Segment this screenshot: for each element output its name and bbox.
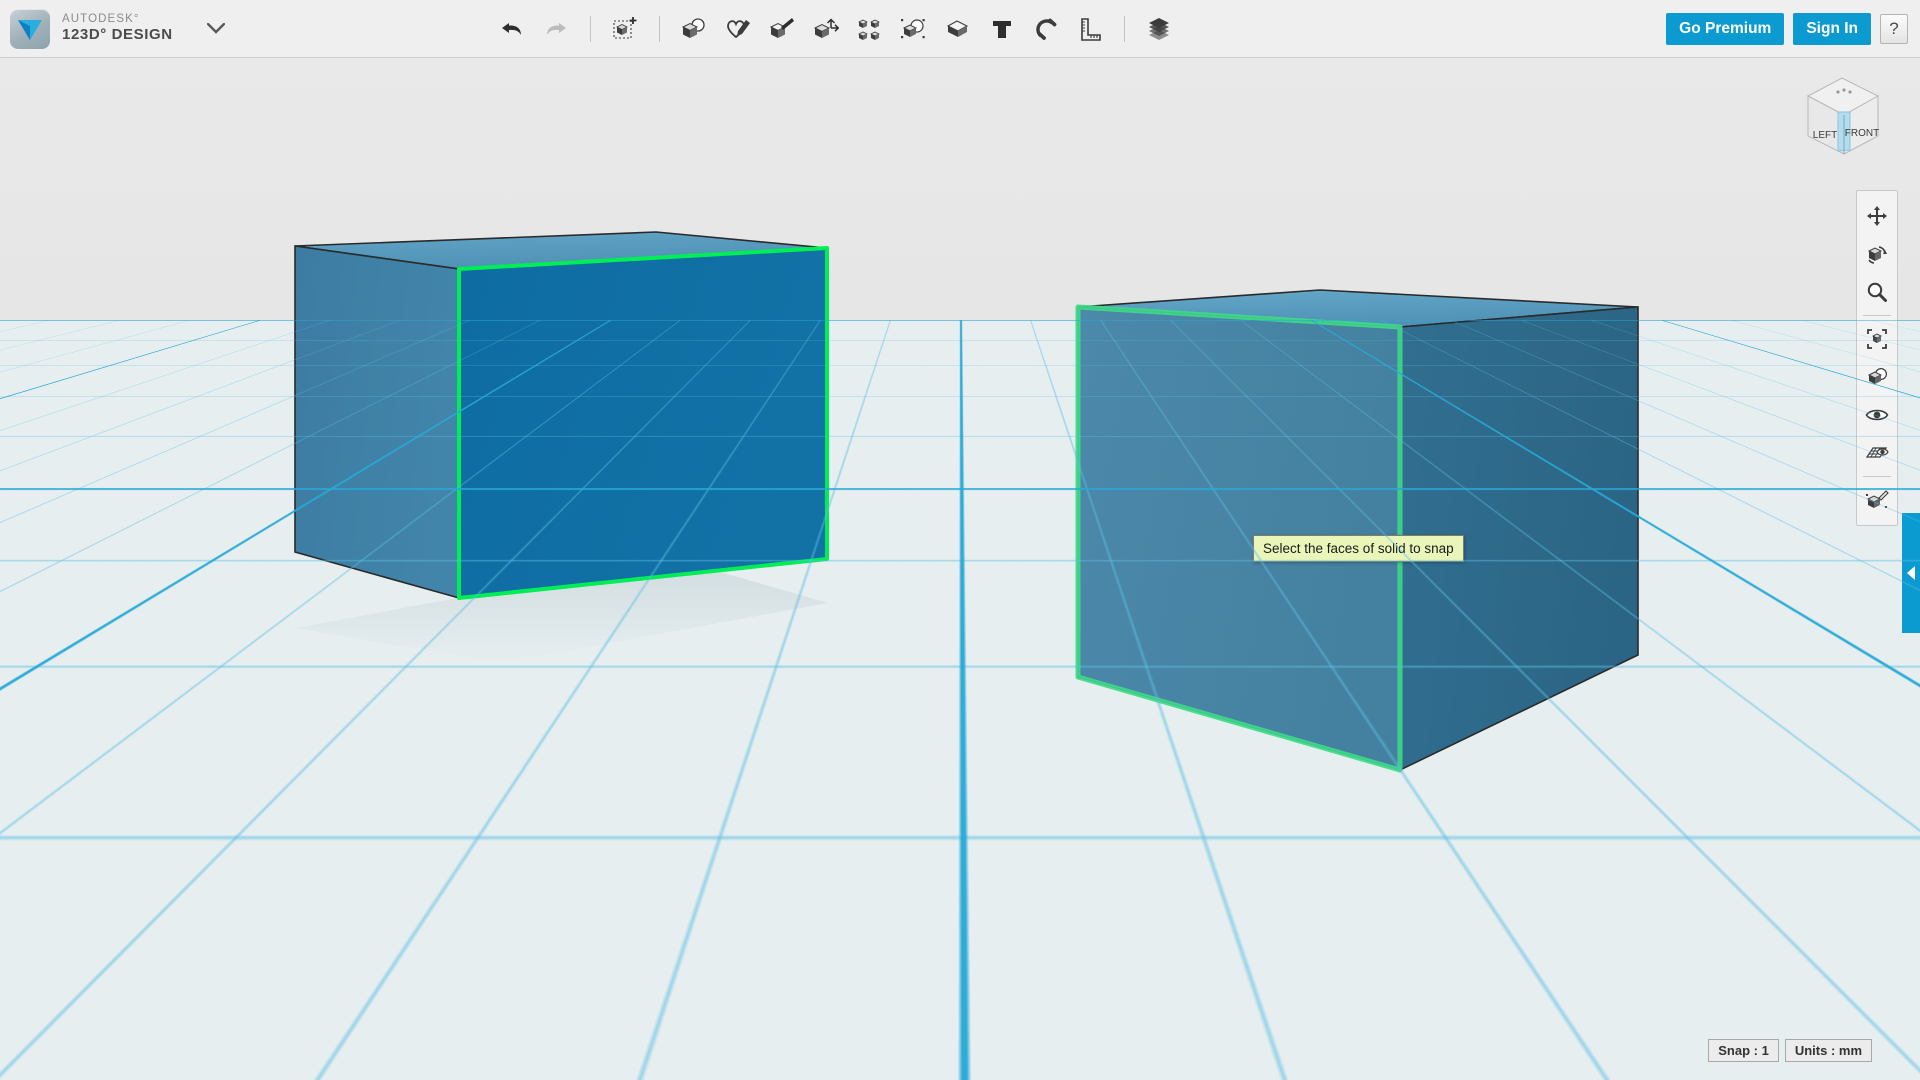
- toolbar-divider: [590, 16, 591, 42]
- app-menu-button[interactable]: [205, 18, 227, 40]
- go-premium-button[interactable]: Go Premium: [1666, 13, 1785, 45]
- material-button[interactable]: [1142, 12, 1176, 46]
- redo-arrow-icon: [547, 23, 566, 35]
- orbit-tool[interactable]: [1860, 237, 1894, 271]
- right-panel-handle[interactable]: [1902, 513, 1920, 633]
- material-layers-icon: [1149, 18, 1169, 40]
- snap-tooltip: Select the faces of solid to snap: [1253, 535, 1464, 562]
- measure-button[interactable]: [1073, 12, 1107, 46]
- orbit-cube-rotate-icon: [1867, 246, 1887, 264]
- view-cube-label-left: LEFT: [1813, 130, 1837, 141]
- units-status[interactable]: Units : mm: [1784, 1039, 1872, 1062]
- object-visibility-cube-icon: [1867, 367, 1887, 384]
- toolbar-center-group: [490, 0, 1181, 58]
- undo-button[interactable]: [495, 12, 529, 46]
- help-button[interactable]: ?: [1880, 14, 1908, 44]
- text-button[interactable]: [985, 12, 1019, 46]
- pan-tool[interactable]: [1860, 199, 1894, 233]
- toolbar-divider: [659, 16, 660, 42]
- autodesk-logo-icon: [18, 19, 42, 40]
- view-cube-dot: [1842, 88, 1846, 92]
- navigation-toolbar: [1856, 190, 1898, 526]
- transform-button[interactable]: [608, 12, 642, 46]
- cube-left-face-left[interactable]: [294, 245, 460, 600]
- view-cube-label-front: FRONT: [1845, 128, 1879, 139]
- account-area: Go Premium Sign In ?: [1666, 0, 1908, 58]
- autodesk-123d-logo: [10, 8, 50, 49]
- transform-move-cube-icon: [613, 17, 637, 39]
- construct-extrude-icon: [769, 18, 794, 38]
- fit-to-view-brackets-icon: [1867, 329, 1887, 349]
- snap-button[interactable]: [1029, 12, 1063, 46]
- brand-product: 123D° DESIGN: [62, 26, 173, 44]
- undo-arrow-icon: [502, 23, 521, 35]
- top-toolbar: AUTODESK° 123D° DESIGN Go Premium Sign I…: [0, 0, 1920, 58]
- cube-left[interactable]: [294, 231, 829, 663]
- toolbar-divider: [1124, 16, 1125, 42]
- navbar-divider: [1863, 315, 1891, 316]
- cube-left-face-front[interactable]: [458, 247, 828, 599]
- brand-text: AUTODESK° 123D° DESIGN: [62, 13, 173, 43]
- chevron-left-icon: [1906, 566, 1915, 580]
- grid-snap-tool[interactable]: [1860, 436, 1894, 470]
- text-t-icon: [993, 21, 1011, 38]
- measure-ruler-icon: [1081, 18, 1101, 41]
- group-button[interactable]: [941, 12, 975, 46]
- construct-button[interactable]: [765, 12, 799, 46]
- 3d-viewport[interactable]: Select the faces of solid to snap: [0, 58, 1920, 1080]
- pattern-grid-cubes-icon: [858, 19, 880, 40]
- redo-button[interactable]: [539, 12, 573, 46]
- zoom-tool[interactable]: [1860, 275, 1894, 309]
- zoom-magnifier-icon: [1867, 282, 1887, 302]
- tooltip-text: Select the faces of solid to snap: [1263, 541, 1454, 556]
- brand-area[interactable]: AUTODESK° 123D° DESIGN: [0, 8, 227, 49]
- combine-button[interactable]: [897, 12, 931, 46]
- view-cube-dot: [1836, 90, 1840, 94]
- pan-four-arrows-icon: [1867, 206, 1887, 226]
- sketch-button[interactable]: [721, 12, 755, 46]
- material-brush-cube-icon: [1866, 490, 1889, 508]
- pattern-button[interactable]: [853, 12, 887, 46]
- application-window: Select the faces of solid to snap LEFT F…: [0, 0, 1920, 1080]
- modify-button[interactable]: [809, 12, 843, 46]
- grid-eye-icon: [1865, 447, 1889, 458]
- navbar-divider: [1863, 476, 1891, 477]
- modify-axis-cube-icon: [813, 18, 839, 38]
- view-cube-dot: [1848, 90, 1852, 94]
- material-tool[interactable]: [1860, 483, 1894, 517]
- cube-right[interactable]: [1075, 289, 1640, 773]
- sketch-pencil-icon: [727, 20, 750, 39]
- primitives-button[interactable]: [677, 12, 711, 46]
- scene-solids: [294, 231, 1640, 773]
- object-view-tool[interactable]: [1860, 360, 1894, 394]
- sign-in-button[interactable]: Sign In: [1793, 13, 1871, 45]
- show-hide-tool[interactable]: [1860, 398, 1894, 432]
- primitives-cube-sphere-icon: [681, 18, 705, 38]
- chevron-down-icon: [206, 23, 225, 34]
- brand-company: AUTODESK°: [62, 13, 140, 26]
- combine-boolean-icon: [901, 19, 925, 39]
- eye-icon: [1865, 409, 1889, 421]
- snap-status[interactable]: Snap : 1: [1708, 1039, 1779, 1062]
- snap-magnet-icon: [1036, 18, 1057, 40]
- view-cube[interactable]: LEFT FRONT: [1794, 70, 1890, 162]
- group-solid-icon: [946, 20, 969, 37]
- status-bar: Snap : 1 Units : mm: [1708, 1039, 1872, 1062]
- fit-tool[interactable]: [1860, 322, 1894, 356]
